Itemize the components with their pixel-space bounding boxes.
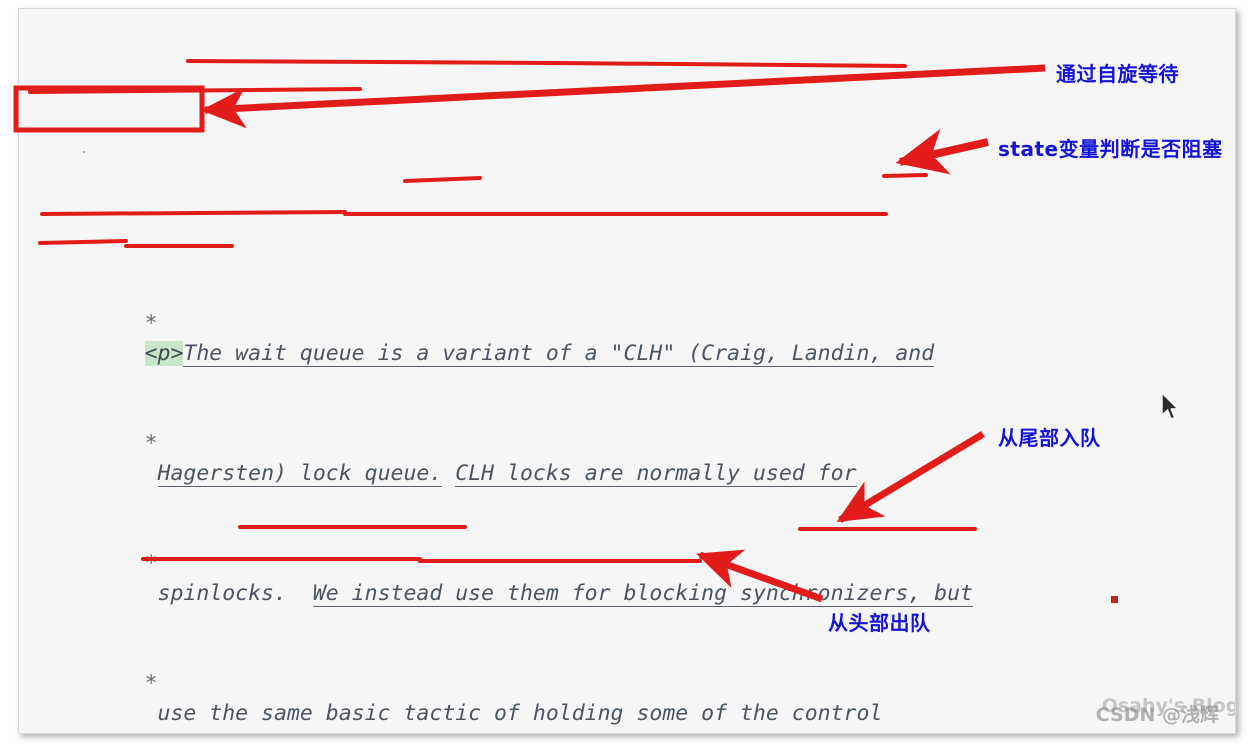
code-text-block: . * <p>The wait queue is a variant of a … <box>19 9 1235 733</box>
code-line: * use the same basic tactic of holding s… <box>19 639 1235 726</box>
code-line-text: The wait queue is a variant of a "CLH" (… <box>183 341 935 367</box>
screenshot-root: . * <p>The wait queue is a variant of a … <box>0 0 1252 746</box>
annotation-label-enqueue-tail: 从尾部入队 <box>998 426 1101 450</box>
watermark: CSDN @浅辉 Osahy's Blog <box>1096 695 1235 727</box>
annotation-label-dequeue-head: 从头部出队 <box>828 611 931 635</box>
code-viewer-card[interactable]: . * <p>The wait queue is a variant of a … <box>18 8 1236 734</box>
watermark-line-2: Osahy's Blog <box>1101 695 1236 717</box>
comment-asterisk: * <box>144 311 158 336</box>
comment-asterisk: * <box>144 551 158 576</box>
code-line-text: use the same basic tactic of holding som… <box>144 701 883 726</box>
code-line-text: spinlocks. We instead use them for block… <box>144 581 973 607</box>
html-tag-p-open: <p> <box>144 341 184 366</box>
ellipsis-dot: . <box>81 142 89 157</box>
code-line: * spinlocks. We instead use them for blo… <box>19 519 1235 607</box>
code-line: * <p>The wait queue is a variant of a "C… <box>19 279 1235 367</box>
annotation-label-state-blocking: state变量判断是否阻塞 <box>998 137 1223 161</box>
comment-asterisk: * <box>144 671 158 696</box>
annotation-label-spin-wait: 通过自旋等待 <box>1056 62 1179 86</box>
code-line-text: Hagersten) lock queue. CLH locks are nor… <box>157 461 857 487</box>
comment-asterisk: * <box>144 431 158 456</box>
